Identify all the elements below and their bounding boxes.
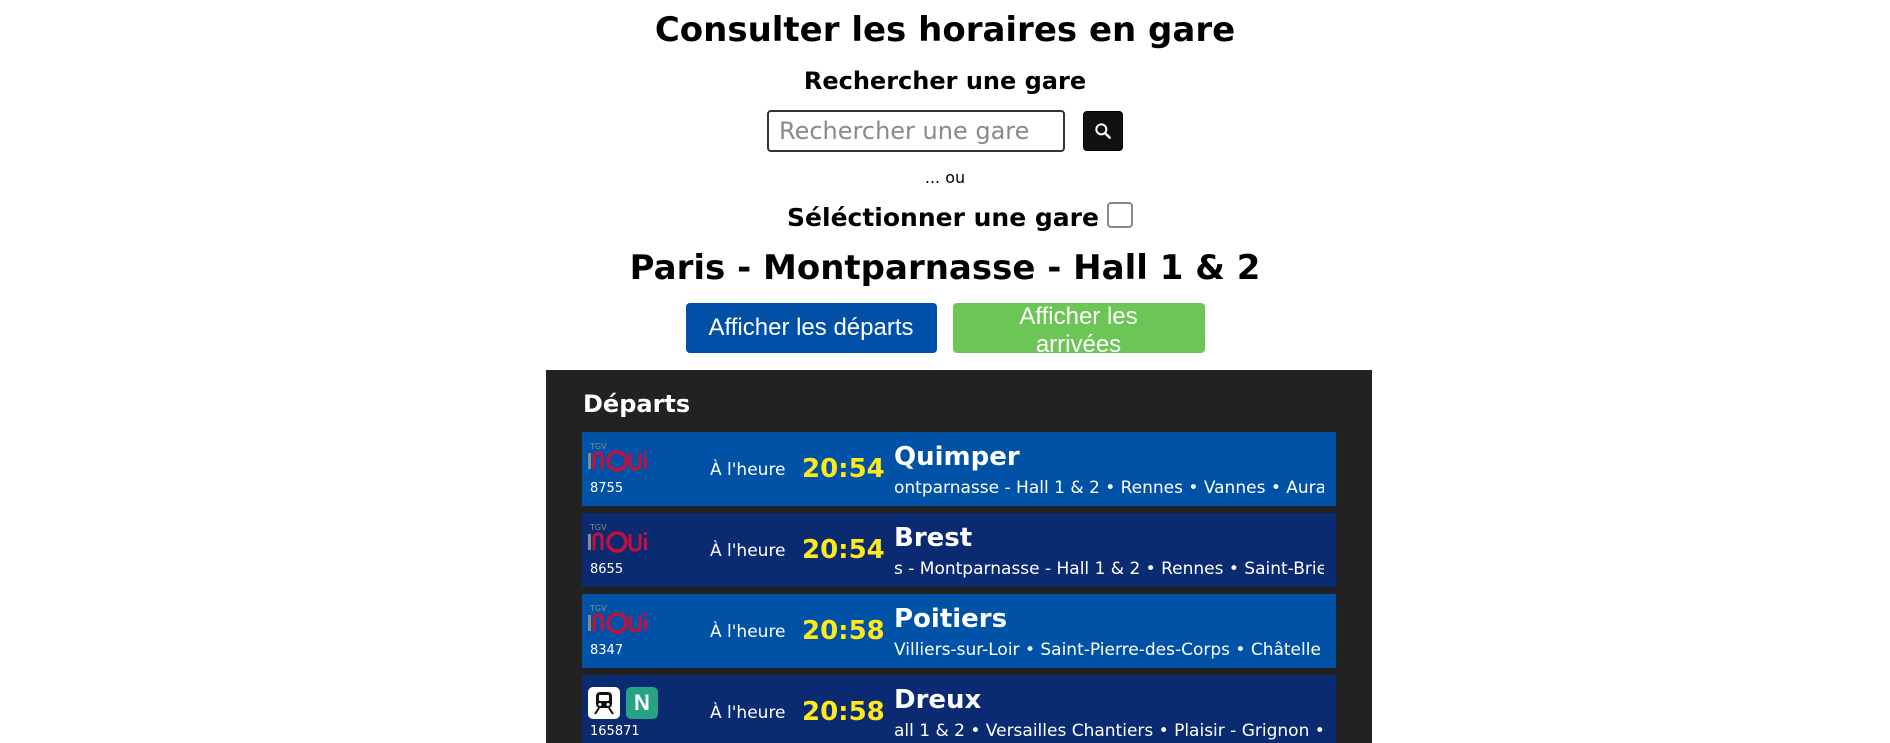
tgv-inoui-logo: TGV (588, 604, 647, 634)
stops-ticker: all 1 & 2 • Versailles Chantiers • Plais… (894, 721, 1324, 743)
or-separator: ... ou (924, 168, 966, 187)
departure-row[interactable]: N 165871 À l'heure 20:58 Dreux all 1 & 2… (582, 675, 1336, 743)
station-search-input[interactable] (767, 110, 1065, 152)
destination: Dreux (894, 685, 982, 715)
show-departures-button[interactable]: Afficher les départs (685, 303, 937, 353)
stops-text: Villiers-sur-Loir • Saint-Pierre-des-Cor… (894, 640, 1321, 660)
train-number: 8347 (590, 643, 624, 658)
departure-row[interactable]: TGV 8755 À l'heure 20:54 Quimper ontparn… (582, 432, 1336, 506)
train-status: À l'heure (710, 703, 786, 723)
destination: Poitiers (894, 604, 1008, 634)
train-status: À l'heure (710, 460, 786, 480)
destination: Quimper (894, 442, 1020, 472)
train-number: 8755 (590, 481, 624, 496)
transilien-n-logo: N (626, 687, 658, 719)
tgv-inoui-logo: TGV (588, 442, 647, 472)
stops-text: ontparnasse - Hall 1 & 2 • Rennes • Vann… (894, 478, 1324, 498)
train-number: 8655 (590, 562, 624, 577)
train-icon (588, 687, 620, 719)
destination: Brest (894, 523, 973, 553)
select-station-row: Séléctionner une gare (0, 201, 1890, 232)
stops-text: all 1 & 2 • Versailles Chantiers • Plais… (894, 721, 1324, 741)
train-status: À l'heure (710, 541, 786, 561)
stops-ticker: ontparnasse - Hall 1 & 2 • Rennes • Vann… (894, 478, 1324, 500)
station-name: Paris - Montparnasse - Hall 1 & 2 (629, 248, 1261, 288)
select-station-checkbox[interactable] (1106, 201, 1133, 228)
logo-tgv-text: TGV (589, 604, 607, 613)
logo-tgv-text: TGV (589, 523, 607, 532)
stops-ticker: Villiers-sur-Loir • Saint-Pierre-des-Cor… (894, 640, 1324, 662)
train-status: À l'heure (710, 622, 786, 642)
show-arrivals-button[interactable]: Afficher les arrivées (952, 303, 1205, 358)
search-title: Rechercher une gare (803, 67, 1087, 95)
page-title: Consulter les horaires en gare (654, 10, 1236, 50)
search-button[interactable] (1083, 111, 1123, 151)
stops-text: s - Montparnasse - Hall 1 & 2 • Rennes •… (894, 559, 1324, 579)
mode-buttons: Afficher les départs Afficher les arrivé… (0, 303, 1890, 358)
departure-time: 20:54 (802, 454, 885, 484)
search-bar (0, 110, 1890, 152)
departure-row[interactable]: TGV 8347 À l'heure 20:58 Poitiers Villie… (582, 594, 1336, 668)
departure-time: 20:54 (802, 535, 885, 565)
search-icon (1095, 123, 1111, 139)
select-station-label: Séléctionner une gare (787, 203, 1099, 232)
logo-tgv-text: TGV (589, 442, 607, 451)
tgv-inoui-logo: TGV (588, 523, 647, 553)
departure-row[interactable]: TGV 8655 À l'heure 20:54 Brest s - Montp… (582, 513, 1336, 587)
departure-time: 20:58 (802, 697, 885, 727)
train-number: 165871 (590, 724, 640, 739)
departures-board: Départs TGV 8755 À l'heure 20:54 Quimper… (546, 370, 1372, 743)
departure-time: 20:58 (802, 616, 885, 646)
stops-ticker: s - Montparnasse - Hall 1 & 2 • Rennes •… (894, 559, 1324, 581)
board-title: Départs (583, 390, 691, 418)
